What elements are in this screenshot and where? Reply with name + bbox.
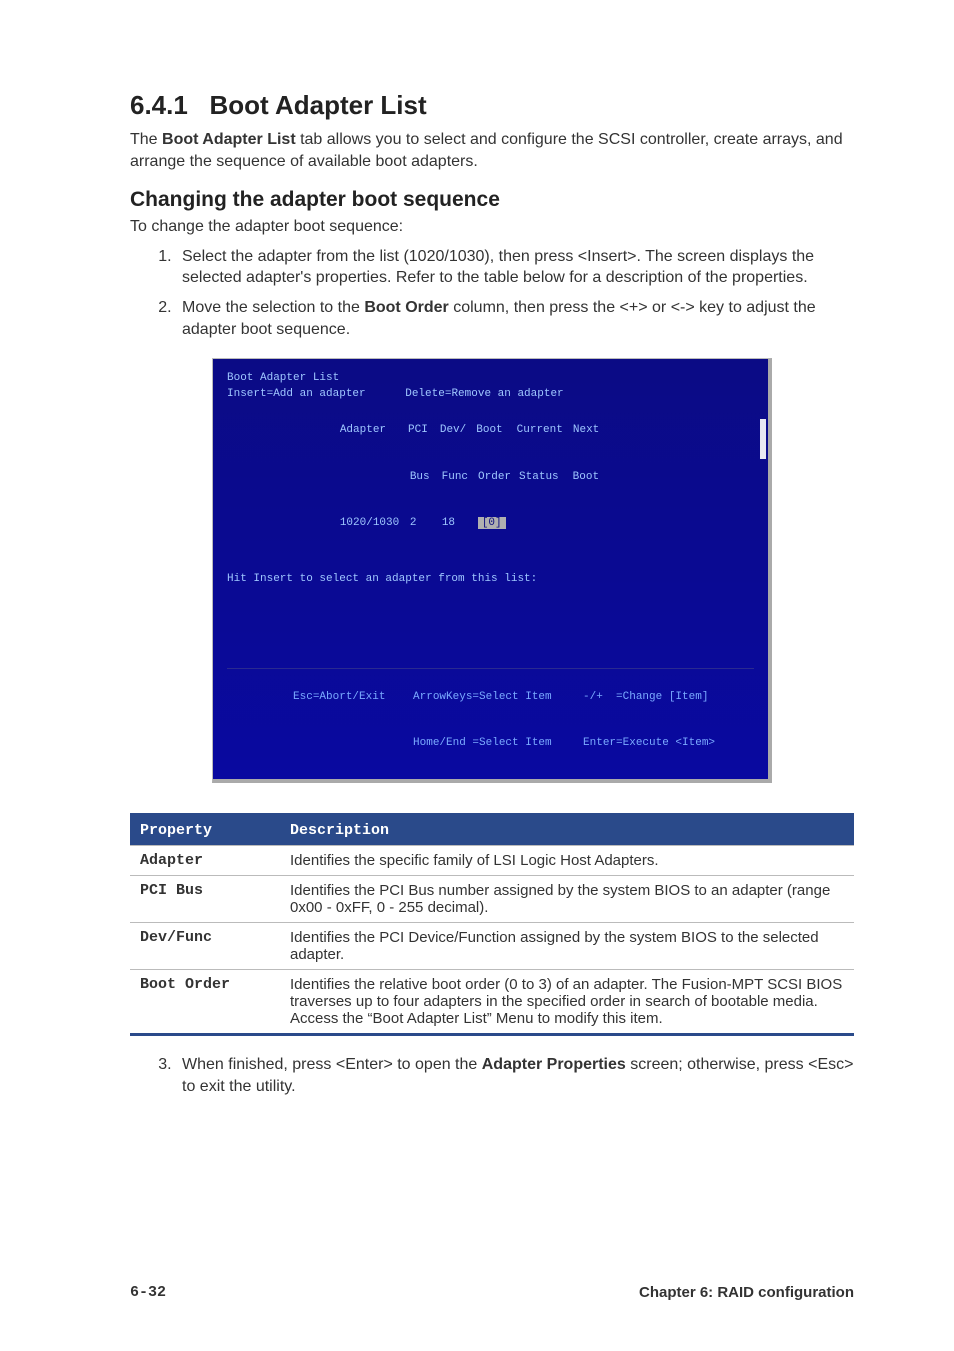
bios-delete-hint: Delete=Remove an adapter xyxy=(405,388,563,400)
properties-table: Property Description Adapter Identifies … xyxy=(130,813,854,1036)
row-bus: 2 xyxy=(410,516,442,531)
section-heading: 6.4.1 Boot Adapter List xyxy=(130,90,854,121)
col-bus: Bus xyxy=(410,471,430,483)
th-property: Property xyxy=(130,815,280,846)
step-1: Select the adapter from the list (1020/1… xyxy=(176,246,854,289)
col-status: Status xyxy=(519,471,559,483)
section-title-text: Boot Adapter List xyxy=(210,90,427,120)
col-order: Order xyxy=(478,471,511,483)
intro-bold: Boot Adapter List xyxy=(162,131,296,148)
table-row: Dev/Func Identifies the PCI Device/Funct… xyxy=(130,923,854,970)
sub-heading: Changing the adapter boot sequence xyxy=(130,188,854,212)
bios-insert-hint: Insert=Add an adapter xyxy=(227,388,366,400)
prop-name-cell: Adapter xyxy=(130,846,280,876)
step-3-pre: When finished, press <Enter> to open the xyxy=(182,1056,482,1073)
col-dev: Dev/ xyxy=(440,424,466,436)
step-3-bold: Adapter Properties xyxy=(482,1056,626,1073)
key-arrows: ArrowKeys=Select Item xyxy=(413,690,583,705)
scrollbar-indicator xyxy=(760,419,766,459)
bios-select-hint: Hit Insert to select an adapter from thi… xyxy=(227,572,754,587)
key-homeend: Home/End =Select Item xyxy=(413,736,583,751)
row-order-selected[interactable]: [0] xyxy=(478,517,506,529)
col-pci: PCI xyxy=(408,424,428,436)
step-2: Move the selection to the Boot Order col… xyxy=(176,297,854,340)
col-current: Current xyxy=(517,424,563,436)
prop-name-cell: Boot Order xyxy=(130,970,280,1035)
col-func: Func xyxy=(442,471,468,483)
table-row: Adapter Identifies the specific family o… xyxy=(130,846,854,876)
steps-list-cont: When finished, press <Enter> to open the… xyxy=(130,1054,854,1097)
col-nboot: Boot xyxy=(573,471,599,483)
prop-desc-cell: Identifies the specific family of LSI Lo… xyxy=(280,846,854,876)
table-row: Boot Order Identifies the relative boot … xyxy=(130,970,854,1035)
table-row: PCI Bus Identifies the PCI Bus number as… xyxy=(130,876,854,923)
row-func: 18 xyxy=(442,516,478,531)
key-plusminus: -/+ =Change [Item] xyxy=(583,691,708,703)
col-boot: Boot xyxy=(476,424,502,436)
th-description: Description xyxy=(280,815,854,846)
prop-desc-cell: Identifies the PCI Device/Function assig… xyxy=(280,923,854,970)
key-esc: Esc=Abort/Exit xyxy=(293,690,413,705)
section-number: 6.4.1 xyxy=(130,90,188,120)
steps-list: Select the adapter from the list (1020/1… xyxy=(130,246,854,340)
step-2-bold: Boot Order xyxy=(364,299,448,316)
bios-title: Boot Adapter List xyxy=(227,371,754,386)
key-enter: Enter=Execute <Item> xyxy=(583,737,715,749)
prop-name-cell: Dev/Func xyxy=(130,923,280,970)
page-footer: 6-32 Chapter 6: RAID configuration xyxy=(130,1284,854,1301)
col-next: Next xyxy=(573,424,599,436)
prop-desc-cell: Identifies the relative boot order (0 to… xyxy=(280,970,854,1035)
intro-paragraph: The Boot Adapter List tab allows you to … xyxy=(130,129,854,172)
prop-name-cell: PCI Bus xyxy=(130,876,280,923)
prop-desc-cell: Identifies the PCI Bus number assigned b… xyxy=(280,876,854,923)
step-2-pre: Move the selection to the xyxy=(182,299,364,316)
page-number: 6-32 xyxy=(130,1284,166,1301)
intro-prefix: The xyxy=(130,131,162,148)
step-3: When finished, press <Enter> to open the… xyxy=(176,1054,854,1097)
sub-intro: To change the adapter boot sequence: xyxy=(130,216,854,238)
bios-key-help: Esc=Abort/ExitArrowKeys=Select Item-/+ =… xyxy=(227,668,754,767)
col-adapter: Adapter xyxy=(340,424,386,436)
bios-screenshot: Boot Adapter List Insert=Add an adapter … xyxy=(212,358,772,783)
row-adapter: 1020/1030 xyxy=(340,516,410,531)
chapter-label: Chapter 6: RAID configuration xyxy=(639,1284,854,1301)
step-1-text: Select the adapter from the list (1020/1… xyxy=(182,248,814,287)
